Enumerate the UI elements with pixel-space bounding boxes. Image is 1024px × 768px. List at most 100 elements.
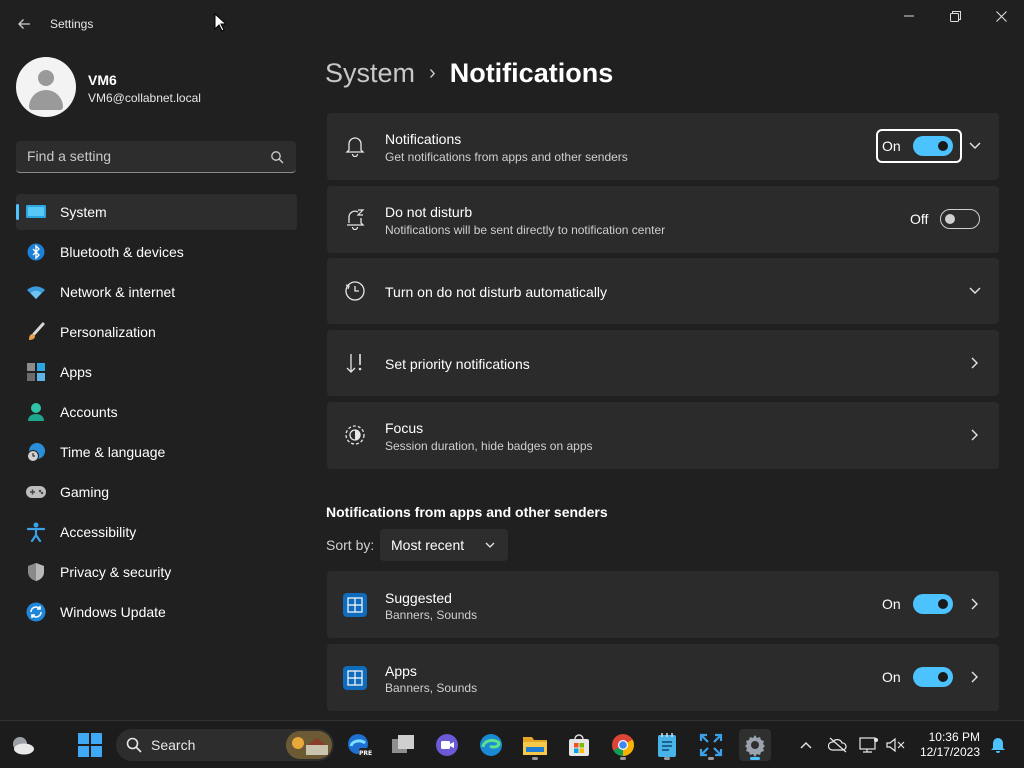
notifications-toggle-group[interactable]: On xyxy=(882,136,953,156)
sidebar-item-gaming[interactable]: Gaming xyxy=(16,474,297,510)
search-icon xyxy=(126,737,142,753)
taskbar-app-edge-preview[interactable]: PRE xyxy=(343,729,375,761)
close-button[interactable] xyxy=(978,0,1024,32)
taskbar-app-notepad[interactable] xyxy=(651,729,683,761)
search-highlight-image xyxy=(286,731,332,759)
breadcrumb-parent[interactable]: System xyxy=(325,58,415,89)
sender-toggle[interactable] xyxy=(912,594,953,614)
dnd-toggle-group[interactable]: Off xyxy=(910,209,981,229)
sidebar-item-system[interactable]: System xyxy=(16,194,297,230)
chevron-down-icon xyxy=(485,542,495,548)
taskbar-app-settings[interactable] xyxy=(739,729,771,761)
running-indicator xyxy=(708,757,714,760)
sidebar-item-label: Privacy & security xyxy=(60,564,172,580)
running-indicator xyxy=(532,757,538,760)
breadcrumb: System › Notifications xyxy=(325,58,613,89)
chrome-browser-icon xyxy=(612,734,634,756)
suggested-app-icon xyxy=(343,593,367,617)
chevron-down-icon xyxy=(969,287,981,294)
taskbar-search[interactable]: Search xyxy=(116,729,334,761)
apps-app-icon xyxy=(343,666,367,690)
priority-setting-card[interactable]: Set priority notifications xyxy=(327,330,999,396)
navigate-chevron[interactable] xyxy=(967,427,983,443)
task-view-icon xyxy=(392,735,414,753)
toggle-state-label: On xyxy=(882,596,901,612)
back-button[interactable] xyxy=(10,10,38,38)
clock-date: 12/17/2023 xyxy=(919,745,980,759)
video-chat-icon xyxy=(436,734,458,756)
expand-chevron[interactable] xyxy=(967,283,983,299)
sidebar-item-accounts[interactable]: Accounts xyxy=(16,394,297,430)
edge-browser-icon xyxy=(480,734,502,756)
show-hidden-icons[interactable] xyxy=(790,729,822,761)
sender-toggle-group[interactable]: On xyxy=(882,667,953,687)
user-email: VM6@collabnet.local xyxy=(88,91,201,105)
notification-center-button[interactable] xyxy=(982,729,1014,761)
notepad-icon xyxy=(658,733,676,757)
sort-label: Sort by: xyxy=(326,537,375,553)
taskbar-app-file-explorer[interactable] xyxy=(519,729,551,761)
back-arrow-icon xyxy=(18,19,30,29)
dnd-toggle[interactable] xyxy=(940,209,981,229)
navigate-chevron[interactable] xyxy=(967,596,983,612)
refresh-icon xyxy=(26,602,46,622)
taskbar-app-chrome[interactable] xyxy=(607,729,639,761)
breadcrumb-separator: › xyxy=(429,62,436,84)
accessibility-icon xyxy=(26,522,46,542)
chevron-up-icon xyxy=(800,742,812,749)
sender-title: Suggested xyxy=(385,590,452,606)
taskbar-app-edge[interactable] xyxy=(475,729,507,761)
sidebar-item-time-language[interactable]: Time & language xyxy=(16,434,297,470)
edge-preview-icon: PRE xyxy=(348,734,372,757)
sender-toggle[interactable] xyxy=(912,667,953,687)
notifications-setting-card[interactable]: Notifications Get notifications from app… xyxy=(327,113,999,180)
navigate-chevron[interactable] xyxy=(967,355,983,371)
weather-widget[interactable] xyxy=(6,729,38,761)
sidebar-item-label: Apps xyxy=(60,364,92,380)
taskbar-app-store[interactable] xyxy=(563,729,595,761)
sidebar-item-accessibility[interactable]: Accessibility xyxy=(16,514,297,550)
settings-search[interactable] xyxy=(16,141,296,173)
sidebar-item-windows-update[interactable]: Windows Update xyxy=(16,594,297,630)
navigate-chevron[interactable] xyxy=(967,669,983,685)
focus-setting-card[interactable]: Focus Session duration, hide badges on a… xyxy=(327,402,999,469)
bell-filled-icon xyxy=(991,738,1005,753)
search-input[interactable] xyxy=(16,141,256,171)
chevron-right-icon xyxy=(971,357,978,369)
focus-title: Focus xyxy=(385,420,424,436)
system-display-icon xyxy=(26,203,46,221)
bell-icon xyxy=(344,135,366,157)
sidebar-item-label: System xyxy=(60,204,107,220)
sender-item-apps[interactable]: Apps Banners, Sounds On xyxy=(327,644,999,711)
network-monitor-icon xyxy=(859,737,878,753)
wifi-icon xyxy=(26,283,46,301)
sidebar-item-label: Gaming xyxy=(60,484,110,500)
sender-item-suggested[interactable]: Suggested Banners, Sounds On xyxy=(327,571,999,638)
taskbar-app-teams[interactable] xyxy=(431,729,463,761)
dnd-auto-setting-card[interactable]: Turn on do not disturb automatically xyxy=(327,258,999,324)
taskbar-app-remote[interactable] xyxy=(695,729,727,761)
start-button[interactable] xyxy=(74,729,106,761)
sender-title: Apps xyxy=(385,663,417,679)
sender-toggle-group[interactable]: On xyxy=(882,594,953,614)
sidebar-item-apps[interactable]: Apps xyxy=(16,354,297,390)
sidebar-item-privacy[interactable]: Privacy & security xyxy=(16,554,297,590)
dnd-setting-card[interactable]: Do not disturb Notifications will be sen… xyxy=(327,186,999,253)
expand-chevron[interactable] xyxy=(967,138,983,154)
sidebar-item-label: Accounts xyxy=(60,404,118,420)
minimize-button[interactable] xyxy=(886,0,932,32)
dnd-title: Do not disturb xyxy=(385,204,473,220)
notifications-toggle[interactable] xyxy=(912,136,953,156)
taskbar-app-task-view[interactable] xyxy=(387,729,419,761)
tray-onedrive[interactable] xyxy=(822,729,854,761)
maximize-button[interactable] xyxy=(932,0,978,32)
clock[interactable]: 10:36 PM 12/17/2023 xyxy=(920,730,980,760)
paintbrush-icon xyxy=(26,322,46,341)
sidebar-item-network[interactable]: Network & internet xyxy=(16,274,297,310)
title-bar: Settings xyxy=(0,0,1024,48)
toggle-state-label: On xyxy=(882,669,901,685)
sidebar-item-bluetooth[interactable]: Bluetooth & devices xyxy=(16,234,297,270)
sidebar-item-personalization[interactable]: Personalization xyxy=(16,314,297,350)
sort-dropdown[interactable]: Most recent xyxy=(380,529,508,561)
tray-volume[interactable] xyxy=(880,729,912,761)
